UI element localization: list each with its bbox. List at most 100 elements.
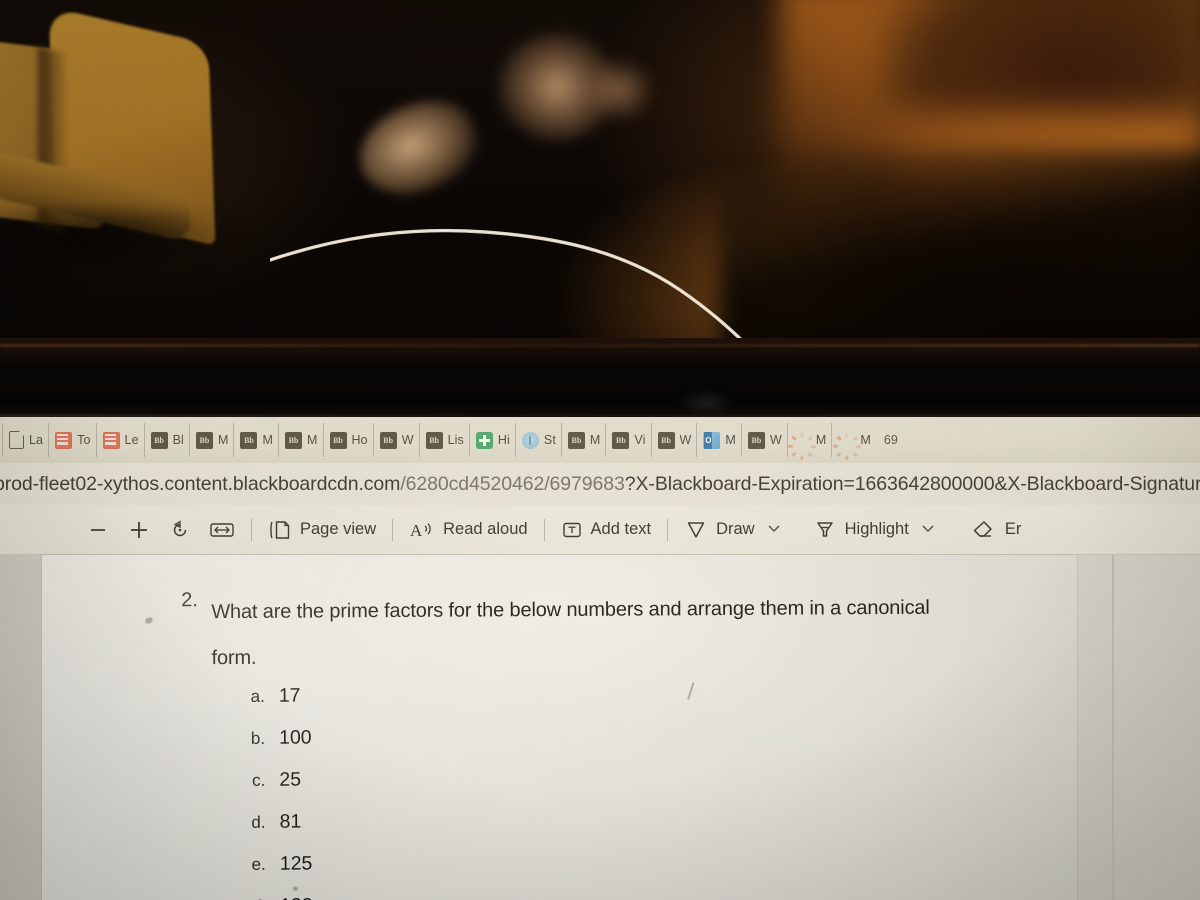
answer-choice-list: a. 17 b. 100 c. 25 d. 81 e. 125 f.132: [247, 685, 313, 900]
answer-choice-value: 25: [279, 768, 302, 791]
browser-tab[interactable]: To: [48, 423, 95, 457]
answer-choice-item: a. 17: [247, 685, 312, 708]
lumen-icon: [102, 431, 120, 449]
browser-tab[interactable]: Bb Vi: [605, 423, 650, 457]
loading-spinner-icon: [832, 432, 861, 461]
browser-tab[interactable]: Bb W: [740, 423, 787, 457]
highlight-label: Highlight: [844, 520, 909, 538]
read-aloud-button[interactable]: A Read aloud: [400, 513, 536, 547]
browser-tab-title: M: [262, 433, 273, 447]
browser-tab-title: M: [815, 433, 827, 447]
profile-circle-icon: [521, 431, 539, 449]
answer-choice-label: e.: [251, 854, 266, 874]
add-text-icon: [561, 519, 583, 541]
read-aloud-icon: A: [409, 519, 435, 541]
browser-tab-strip[interactable]: La To Le Bb Bl Bb M Bb M Bb M Bb Ho Bb W Bb Lis Hi St Bb M Bb…: [0, 417, 1200, 463]
erase-label: Er: [1004, 520, 1022, 538]
browser-tab[interactable]: Bb W: [372, 423, 419, 457]
blackboard-icon: Bb: [657, 431, 675, 449]
browser-address-bar[interactable]: prod-fleet02-xythos.content.blackboardcd…: [0, 463, 1200, 505]
zoom-out-button[interactable]: [78, 513, 118, 547]
excel-icon: [475, 431, 493, 449]
browser-tab[interactable]: Bb Bl: [143, 423, 189, 457]
browser-tab-title: St: [543, 433, 556, 447]
page-view-button[interactable]: Page view: [259, 513, 385, 547]
blackboard-icon: Bb: [747, 431, 765, 449]
answer-choice-label: c.: [252, 770, 266, 790]
browser-tab-title: M: [217, 433, 229, 447]
answer-choice-item: c. 25: [247, 769, 312, 792]
blackboard-icon: Bb: [612, 431, 630, 449]
question-text: What are the prime factors for the below…: [211, 596, 930, 670]
toolbar-separator: [543, 518, 545, 541]
pdf-page: 2. What are the prime factors for the be…: [42, 555, 1114, 900]
lumen-icon: [55, 431, 73, 449]
book-shadow: [0, 210, 240, 280]
highlight-chevron-down-icon[interactable]: [920, 522, 936, 537]
erase-button[interactable]: Er: [962, 513, 1031, 547]
browser-tab[interactable]: Bb M: [277, 423, 323, 457]
browser-tab[interactable]: M: [831, 423, 876, 461]
loading-spinner-icon: [788, 432, 817, 461]
fit-to-width-button[interactable]: [200, 513, 244, 547]
fit-width-icon: [209, 520, 235, 540]
address-bar-url[interactable]: prod-fleet02-xythos.content.blackboardcd…: [0, 473, 1200, 496]
page-edge-fold: [1112, 555, 1114, 900]
blackboard-icon: Bb: [329, 431, 347, 449]
browser-tab-title: W: [401, 433, 414, 447]
outlook-icon: [703, 431, 721, 449]
browser-tab[interactable]: Bb M: [560, 423, 606, 457]
add-text-label: Add text: [590, 520, 652, 538]
browser-tab-title: W: [679, 433, 692, 447]
zoom-in-button[interactable]: [118, 513, 160, 547]
browser-tab[interactable]: Le: [95, 423, 144, 457]
browser-tab[interactable]: M: [786, 423, 832, 461]
toolbar-separator: [667, 518, 669, 541]
answer-choice-label: a.: [250, 686, 265, 706]
bezel-top-highlight: [0, 344, 1200, 347]
browser-tab[interactable]: La: [2, 423, 48, 457]
browser-tab[interactable]: Bb W: [650, 423, 697, 457]
answer-choice-value: 81: [279, 810, 302, 833]
browser-tab[interactable]: M: [696, 423, 741, 457]
answer-choice-value: 125: [279, 852, 313, 875]
draw-label: Draw: [716, 520, 755, 538]
word-icon: Bb: [379, 431, 397, 449]
browser-tab[interactable]: Bb M: [188, 423, 234, 457]
edge-browser-window: La To Le Bb Bl Bb M Bb M Bb M Bb Ho Bb W Bb Lis Hi St Bb M Bb…: [0, 417, 1200, 900]
pencil-mark: [687, 682, 695, 701]
browser-tab-title: Hi: [497, 433, 510, 447]
browser-tab-title: To: [77, 433, 91, 447]
laptop-screen-bezel: [0, 338, 1200, 420]
blackboard-icon: Bb: [150, 431, 168, 449]
pdf-viewer-toolbar[interactable]: Page view A Read aloud Add text Draw Hig…: [0, 505, 1200, 555]
add-text-button[interactable]: Add text: [552, 513, 661, 547]
dark-object-top-right: [880, 0, 1200, 110]
answer-choice-label: d.: [251, 812, 266, 832]
browser-tab[interactable]: Bb Lis: [418, 423, 469, 457]
browser-tab-title: La: [29, 433, 44, 447]
draw-chevron-down-icon[interactable]: [766, 522, 782, 537]
highlight-button[interactable]: Highlight: [804, 513, 918, 547]
rotate-button[interactable]: [160, 513, 200, 547]
paper-smudge: [145, 617, 153, 624]
toolbar-separator: [392, 518, 394, 541]
browser-tab-title: Le: [124, 433, 139, 447]
blurred-object-right: [588, 60, 652, 120]
browser-tab[interactable]: Bb Ho: [322, 423, 373, 457]
browser-tab[interactable]: St: [514, 423, 561, 457]
draw-button[interactable]: Draw: [675, 513, 764, 547]
toolbar-separator: [251, 518, 252, 541]
word-icon: Bb: [425, 431, 443, 449]
answer-choice-value: 100: [278, 726, 312, 749]
blackboard-icon: Bb: [195, 431, 213, 449]
answer-choice-value: 17: [278, 684, 301, 707]
pdf-document-viewport[interactable]: 2. What are the prime factors for the be…: [0, 555, 1200, 900]
browser-tab[interactable]: Bb M: [233, 423, 278, 457]
read-aloud-label: Read aloud: [443, 520, 528, 538]
browser-tab[interactable]: Hi: [468, 423, 515, 457]
browser-tab-title: Ho: [351, 433, 368, 447]
blackboard-icon: Bb: [240, 431, 258, 449]
minus-icon: [87, 519, 109, 541]
answer-choice-item: b. 100: [247, 727, 312, 750]
